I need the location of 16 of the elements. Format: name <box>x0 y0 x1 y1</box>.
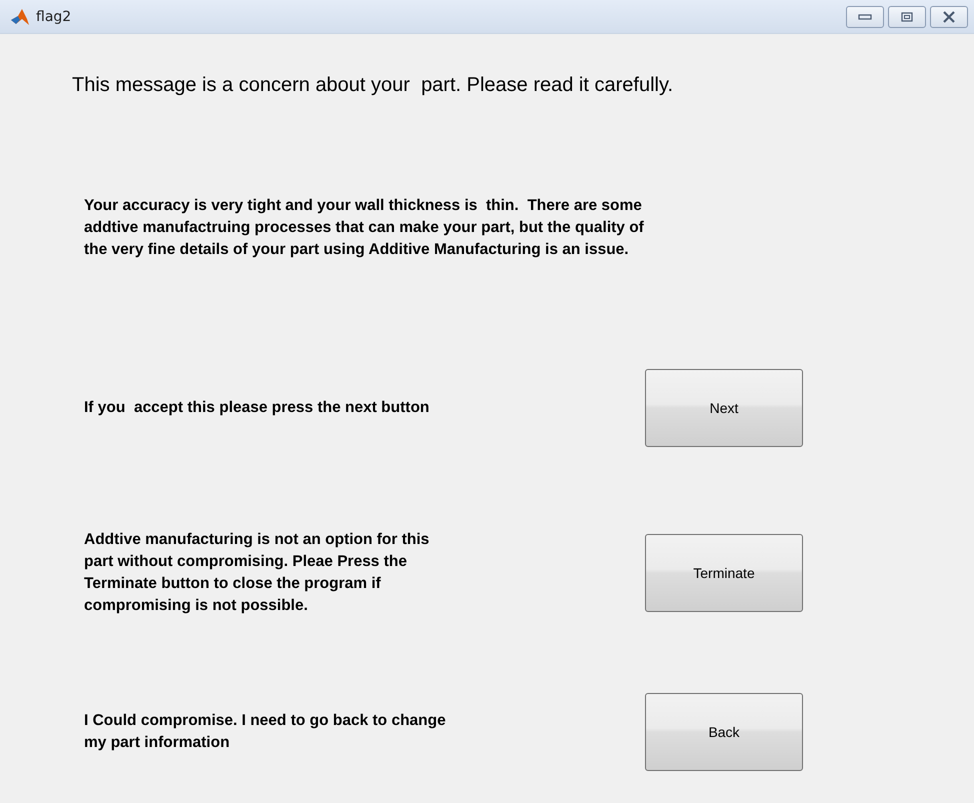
minimize-button[interactable] <box>846 6 884 28</box>
action-button[interactable]: Terminate <box>645 534 803 612</box>
minimize-icon <box>858 12 872 20</box>
action-button[interactable]: Next <box>645 369 803 447</box>
option-text: Addtive manufacturing is not an option for this part without compromising. Pleae Press the Terminate button to close the program if compromising is not possible. <box>84 530 430 616</box>
action-button[interactable]: Back <box>645 693 803 771</box>
message-text: Your accuracy is very tight and your wall thickness is thin. There are some addtive manufactruing processes that can make your part, but the quality of the very fine details of your part using Additive Manufacturing is an issue. <box>84 196 645 260</box>
heading: This message is a concern about your part. Please read it carefully. <box>72 74 674 97</box>
option-text: If you accept this please press the next button <box>84 398 430 418</box>
close-icon <box>942 10 956 22</box>
window-title: flag2 <box>36 8 72 24</box>
close-button[interactable] <box>930 6 968 28</box>
app-logo-icon <box>10 6 30 26</box>
maximize-button[interactable] <box>888 6 926 28</box>
maximize-icon <box>901 12 913 22</box>
option-text: I Could compromise. I need to go back to change my part information <box>84 711 447 753</box>
